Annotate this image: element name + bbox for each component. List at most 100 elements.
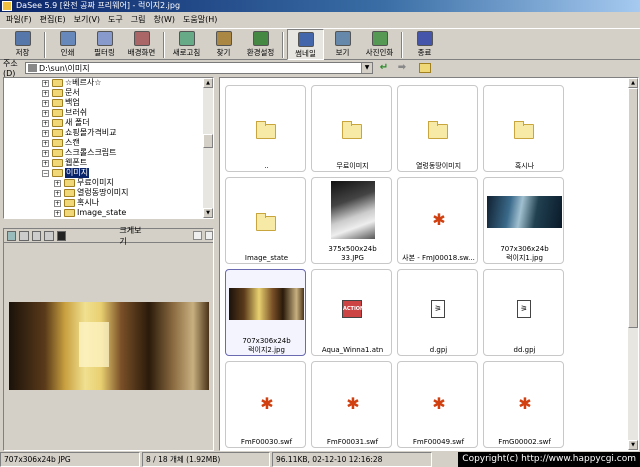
- address-input[interactable]: D:\sun\이미지 ▼: [25, 62, 373, 74]
- expand-icon[interactable]: +: [42, 110, 49, 117]
- restore-icon[interactable]: [192, 231, 202, 240]
- folder-up-icon[interactable]: [419, 63, 431, 73]
- address-dropdown-arrow-icon[interactable]: ▼: [361, 63, 372, 73]
- go-back-icon[interactable]: ↵: [377, 62, 391, 74]
- zoom-out-icon[interactable]: [31, 230, 42, 241]
- tree-item[interactable]: + 스캔: [4, 138, 213, 148]
- folder-icon: [52, 109, 63, 117]
- tree-item[interactable]: + 새 폴더: [4, 118, 213, 128]
- preview-fit-icon[interactable]: [7, 230, 17, 241]
- expand-icon[interactable]: +: [42, 160, 49, 167]
- status-file-info: 96.11KB, 02-12-10 12:16:28: [272, 452, 432, 467]
- find-button[interactable]: 찾기: [205, 29, 242, 60]
- zoom-in-icon[interactable]: [19, 230, 29, 241]
- tree-item[interactable]: + Image_state: [4, 208, 213, 218]
- thumbnail-tile[interactable]: 707x306x24b 럭이지2.jpg: [225, 269, 306, 356]
- scroll-up-icon[interactable]: ▲: [203, 78, 213, 88]
- view-button[interactable]: 보기: [324, 29, 361, 60]
- thumbnail-tile[interactable]: ⚞ dd.gpj: [483, 269, 564, 356]
- menu-item[interactable]: 도구: [108, 12, 123, 28]
- menu-item[interactable]: 창(W): [154, 12, 176, 28]
- thumbnail-scrollbar[interactable]: ▲ ▼: [628, 78, 638, 450]
- wallpaper-button[interactable]: 배경화면: [123, 29, 160, 60]
- thumbnail-tile[interactable]: ✱ FmF00049.swf: [397, 361, 478, 448]
- printer-icon: [59, 31, 76, 46]
- image-thumbnail: [487, 196, 562, 228]
- thumbnail-button[interactable]: 썸네일: [287, 29, 324, 60]
- tree-item[interactable]: + 문서: [4, 88, 213, 98]
- scroll-up-icon[interactable]: ▲: [628, 78, 638, 88]
- expand-icon[interactable]: +: [42, 150, 49, 157]
- thumbnail-tile[interactable]: ⚞ d.gpj: [397, 269, 478, 356]
- tree-item[interactable]: + 무료이미지: [4, 178, 213, 188]
- thumbnail-tile[interactable]: 혹시나: [483, 85, 564, 172]
- tree-item[interactable]: + 쇼핑몰가격비교: [4, 128, 213, 138]
- thumbnail-filename: 열렁동땅이미지: [415, 162, 462, 170]
- menu-item[interactable]: 도움말(H): [183, 12, 217, 28]
- expand-icon[interactable]: +: [42, 130, 49, 137]
- scroll-down-icon[interactable]: ▼: [628, 440, 638, 450]
- refresh-button[interactable]: 새로고침: [168, 29, 205, 60]
- thumbnail-tile[interactable]: 무료이미지: [311, 85, 392, 172]
- tree-item[interactable]: + 브러쉬: [4, 108, 213, 118]
- save-button[interactable]: 저장: [4, 29, 41, 60]
- filter-button[interactable]: 필터링: [86, 29, 123, 60]
- menu-item[interactable]: 그림: [131, 12, 146, 28]
- thumbnail-tile[interactable]: ..: [225, 85, 306, 172]
- folder-icon: [52, 119, 63, 127]
- tree-item[interactable]: + 스크롤스크립트: [4, 148, 213, 158]
- thumbnail-filename: d.gpj: [429, 346, 448, 354]
- menu-item[interactable]: 보기(V): [74, 12, 100, 28]
- thumbnail-tile[interactable]: ✱ 사본 - FmJ00018.sw...: [397, 177, 478, 264]
- tree-item-label: 스크롤스크립트: [65, 148, 117, 157]
- thumbnail-tile[interactable]: 707x306x24b 럭이지1.jpg: [483, 177, 564, 264]
- fullscreen-icon[interactable]: [56, 230, 67, 241]
- thumbnail-tile[interactable]: ✱ FmF00030.swf: [225, 361, 306, 448]
- expand-icon[interactable]: +: [42, 120, 49, 127]
- close-icon[interactable]: [204, 231, 214, 240]
- tree-item[interactable]: + 웹폰트: [4, 158, 213, 168]
- exit-button[interactable]: 종료: [406, 29, 443, 60]
- flash-file-icon: ✱: [346, 394, 360, 413]
- tree-item[interactable]: − 이미지: [4, 168, 213, 178]
- scroll-thumb[interactable]: [628, 88, 638, 328]
- folder-icon: [64, 209, 75, 217]
- menu-item[interactable]: 편집(E): [40, 12, 66, 28]
- thumbnail-filename: Image_state: [244, 254, 289, 262]
- tree-item[interactable]: + 혹시나: [4, 198, 213, 208]
- tree-scrollbar[interactable]: ▲ ▼: [203, 78, 213, 218]
- expand-icon[interactable]: +: [54, 190, 61, 197]
- scroll-down-icon[interactable]: ▼: [203, 208, 213, 218]
- tree-item-label: ☆베르사☆: [65, 78, 102, 87]
- expand-icon[interactable]: +: [42, 80, 49, 87]
- thumbnail-filename: FmF00031.swf: [326, 438, 379, 446]
- thumbnail-tile[interactable]: 열렁동땅이미지: [397, 85, 478, 172]
- go-forward-icon[interactable]: ➡: [395, 62, 409, 74]
- collapse-icon[interactable]: −: [42, 170, 49, 177]
- scroll-thumb[interactable]: [203, 134, 213, 148]
- window-title: DaSee 5.9 [완전 공짜 프리웨어] - 럭이지2.jpg: [16, 1, 181, 10]
- settings-button[interactable]: 환경설정: [242, 29, 279, 60]
- expand-icon[interactable]: +: [42, 90, 49, 97]
- thumbnail-tile[interactable]: ACTIONS Aqua_Winna1.atn: [311, 269, 392, 356]
- print-button[interactable]: 인쇄: [49, 29, 86, 60]
- tree-item[interactable]: + 열렁동땅이미지: [4, 188, 213, 198]
- expand-icon[interactable]: +: [54, 180, 61, 187]
- tree-item[interactable]: + ☆베르사☆: [4, 78, 213, 88]
- tree-item-label: 쇼핑몰가격비교: [65, 128, 117, 137]
- folder-tree: + ☆베르사☆ + 문서 + 백업 + 브러쉬 + 새 폴더 + 쇼핑몰가격비교 + 스캔 + 스크롤스크립트…: [3, 77, 214, 219]
- photo-print-button[interactable]: 사진인화: [361, 29, 398, 60]
- expand-icon[interactable]: +: [42, 140, 49, 147]
- expand-icon[interactable]: +: [42, 100, 49, 107]
- thumbnail-tile[interactable]: ✱ FmF00031.swf: [311, 361, 392, 448]
- expand-icon[interactable]: +: [54, 210, 61, 217]
- thumbnail-tile[interactable]: 375x500x24b 33.JPG: [311, 177, 392, 264]
- thumbnail-tile[interactable]: Image_state: [225, 177, 306, 264]
- zoom-reset-icon[interactable]: [44, 230, 54, 241]
- flash-file-icon: ✱: [518, 394, 532, 413]
- tree-item[interactable]: + 백업: [4, 98, 213, 108]
- thumbnail-tile[interactable]: ✱ FmG00002.swf: [483, 361, 564, 448]
- expand-icon[interactable]: +: [54, 200, 61, 207]
- flash-file-icon: ✱: [432, 210, 446, 229]
- menu-item[interactable]: 파일(F): [6, 12, 32, 28]
